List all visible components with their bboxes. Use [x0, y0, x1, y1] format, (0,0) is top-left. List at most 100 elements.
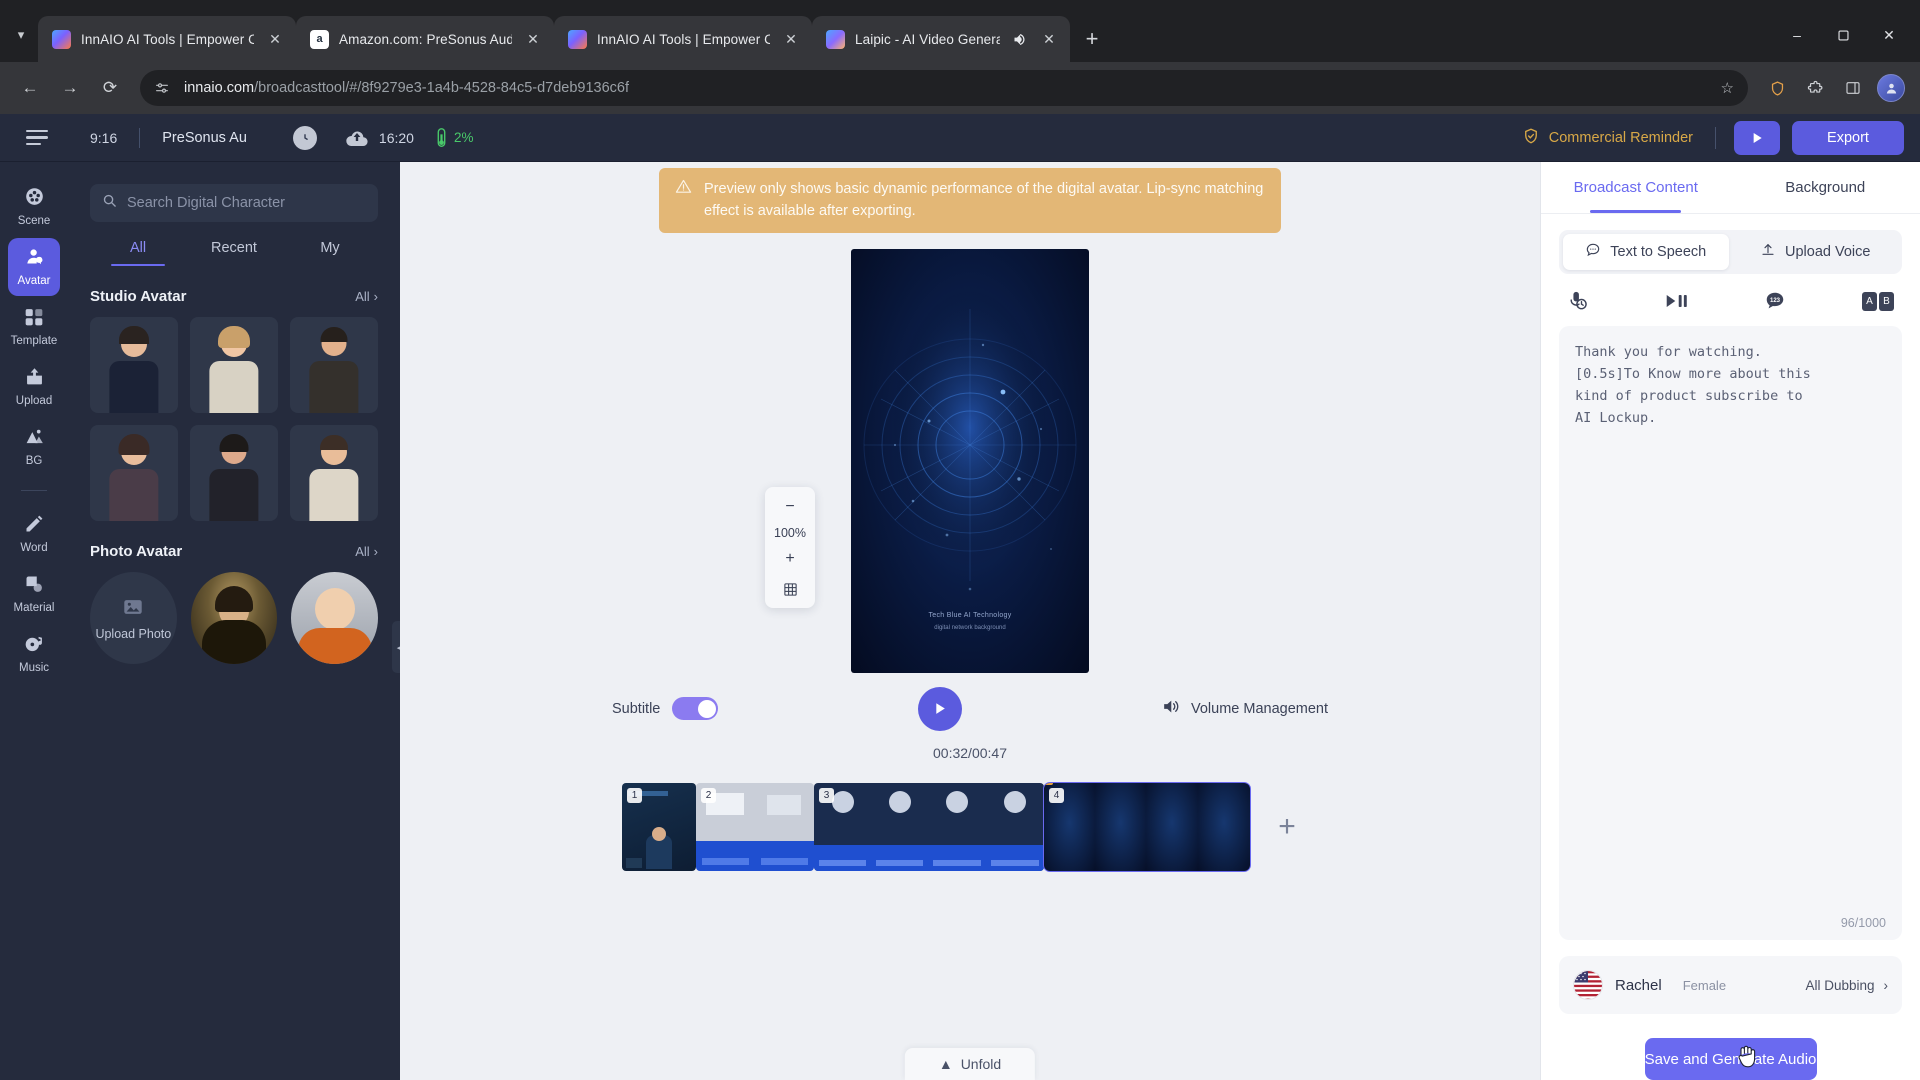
close-icon[interactable]: ✕ [780, 28, 802, 50]
cloud-upload-icon[interactable] [345, 128, 369, 148]
script-editor[interactable]: Thank you for watching. [0.5s]To Know mo… [1559, 326, 1902, 940]
child-monk-avatar[interactable] [291, 572, 379, 664]
unfold-timeline-button[interactable]: ▲ Unfold [904, 1048, 1036, 1080]
clip-index: 4 [1049, 787, 1064, 803]
sidebar-item-bg[interactable]: BG [8, 418, 60, 476]
sidebar-item-music[interactable]: Music [8, 625, 60, 683]
video-canvas[interactable]: Tech Blue AI Technology digital network … [851, 248, 1089, 673]
script-text[interactable]: Thank you for watching. [0.5s]To Know mo… [1575, 342, 1886, 910]
menu-hamburger-icon[interactable] [16, 129, 60, 146]
tab-title: InnAIO AI Tools | Empower Con [81, 31, 254, 47]
tab-text-to-speech[interactable]: Text to Speech [1563, 234, 1729, 270]
bookmark-star-icon[interactable]: ☆ [1721, 79, 1734, 97]
close-icon[interactable]: ✕ [264, 28, 286, 50]
browser-tab[interactable]: InnAIO AI Tools | Empower Con ✕ [38, 16, 296, 62]
close-window-icon[interactable]: ✕ [1866, 16, 1912, 54]
timeline-clip[interactable]: 3 [814, 782, 1044, 871]
warning-text: Preview only shows basic dynamic perform… [704, 181, 1264, 220]
zoom-controls: − 100% + [765, 486, 815, 608]
ab-compare-icon[interactable]: A B [1861, 291, 1894, 311]
play-preview-button[interactable] [917, 686, 962, 731]
timecode-display: 00:32/00:47 [933, 744, 1007, 761]
extensions-icon[interactable] [1798, 71, 1832, 105]
minimize-icon[interactable]: – [1774, 16, 1820, 54]
divider [139, 127, 141, 148]
commercial-reminder-button[interactable]: Commercial Reminder [1522, 127, 1693, 149]
avatar-card[interactable] [290, 317, 378, 413]
sidebar-item-avatar[interactable]: Avatar [8, 238, 60, 296]
sidebar-item-word[interactable]: Word [8, 505, 60, 563]
save-and-generate-audio-button[interactable]: Save and Generate Audio [1644, 1038, 1817, 1080]
tab-background[interactable]: Background [1731, 162, 1920, 213]
sidebar-item-material[interactable]: Material [8, 565, 60, 623]
number-bubble-icon[interactable]: 123 [1764, 290, 1786, 312]
photo-avatar-all-link[interactable]: All › [355, 544, 378, 559]
forward-icon[interactable]: → [52, 70, 88, 106]
history-clock-icon[interactable] [292, 125, 317, 150]
profile-avatar[interactable] [1874, 71, 1908, 105]
right-panel-tabs: Broadcast Content Background [1541, 162, 1920, 214]
mode-tab-label: Upload Voice [1785, 244, 1871, 260]
timeline-clip[interactable]: 1 [622, 782, 696, 871]
export-button[interactable]: Export [1792, 120, 1904, 155]
reload-icon[interactable]: ⟳ [92, 70, 128, 106]
tab-broadcast-content[interactable]: Broadcast Content [1541, 162, 1731, 213]
playhead-marker[interactable] [1044, 782, 1053, 785]
aspect-ratio-label: 9:16 [90, 129, 118, 146]
tab-title: Amazon.com: PreSonus AudioB [339, 31, 512, 47]
zoom-in-button[interactable]: + [775, 547, 805, 571]
avatar-card[interactable] [190, 425, 278, 521]
avatar-card[interactable] [190, 317, 278, 413]
collapse-panel-handle[interactable]: ◀ [392, 621, 400, 673]
search-digital-character[interactable] [90, 184, 378, 222]
tab-search-chevron-icon[interactable]: ▾ [4, 12, 38, 58]
browser-tab[interactable]: Laipic - AI Video Generator ✕ [812, 16, 1070, 62]
volume-management-button[interactable]: Volume Management [1161, 697, 1328, 721]
upload-photo-button[interactable]: Upload Photo [90, 572, 177, 664]
avatar-card[interactable] [90, 317, 178, 413]
back-icon[interactable]: ← [12, 70, 48, 106]
sidebar-item-upload[interactable]: Upload [8, 358, 60, 416]
avatar-card[interactable] [290, 425, 378, 521]
tab-upload-voice[interactable]: Upload Voice [1733, 234, 1899, 270]
search-input[interactable] [127, 195, 366, 211]
tab-recent[interactable]: Recent [186, 240, 282, 266]
stage-controls: Subtitle Volume Management [540, 686, 1400, 731]
grid-toggle-icon[interactable] [775, 578, 805, 602]
timeline-clip-selected[interactable]: 4 [1043, 781, 1251, 872]
subtitle-toggle[interactable] [672, 697, 719, 721]
tab-all[interactable]: All [90, 240, 186, 266]
svg-text:123: 123 [1770, 298, 1781, 304]
studio-avatar-header: Studio Avatar All › [90, 288, 378, 305]
sidebar-item-scene[interactable]: Scene [8, 178, 60, 236]
profile-sync-icon[interactable] [1760, 71, 1794, 105]
save-button-wrapper: Save and Generate Audio [1541, 1014, 1920, 1080]
browser-tab[interactable]: a Amazon.com: PreSonus AudioB ✕ [296, 16, 554, 62]
section-title: Photo Avatar [90, 543, 183, 560]
tab-my[interactable]: My [282, 240, 378, 266]
close-icon[interactable]: ✕ [1038, 28, 1060, 50]
tab-audio-playing-icon[interactable] [1010, 30, 1028, 48]
mountain-image-icon [24, 426, 45, 452]
sidebar-item-template[interactable]: Template [8, 298, 60, 356]
timeline-clip[interactable]: 2 [696, 782, 814, 871]
close-icon[interactable]: ✕ [522, 28, 544, 50]
mic-speed-icon[interactable] [1567, 290, 1589, 312]
site-settings-icon[interactable] [154, 79, 172, 97]
voice-selector[interactable]: Rachel Female All Dubbing › [1559, 956, 1902, 1014]
add-clip-button[interactable]: + [1256, 783, 1318, 871]
tab-title: InnAIO AI Tools | Empower Con [597, 31, 770, 47]
studio-avatar-all-link[interactable]: All › [355, 289, 378, 304]
avatar[interactable] [1877, 74, 1905, 102]
zoom-out-button[interactable]: − [775, 495, 805, 519]
address-bar[interactable]: innaio.com/broadcasttool/#/8f9279e3-1a4b… [140, 70, 1748, 106]
new-tab-button[interactable]: + [1076, 23, 1108, 55]
avatar-card[interactable] [90, 425, 178, 521]
side-panel-icon[interactable] [1836, 71, 1870, 105]
mona-lisa-avatar[interactable] [190, 572, 278, 664]
all-dubbing-link[interactable]: All Dubbing › [1805, 978, 1888, 993]
browser-tab-active[interactable]: InnAIO AI Tools | Empower Con ✕ [554, 16, 812, 62]
preview-play-button[interactable] [1734, 120, 1780, 155]
maximize-icon[interactable] [1820, 16, 1866, 54]
play-pause-icon[interactable] [1665, 291, 1689, 311]
